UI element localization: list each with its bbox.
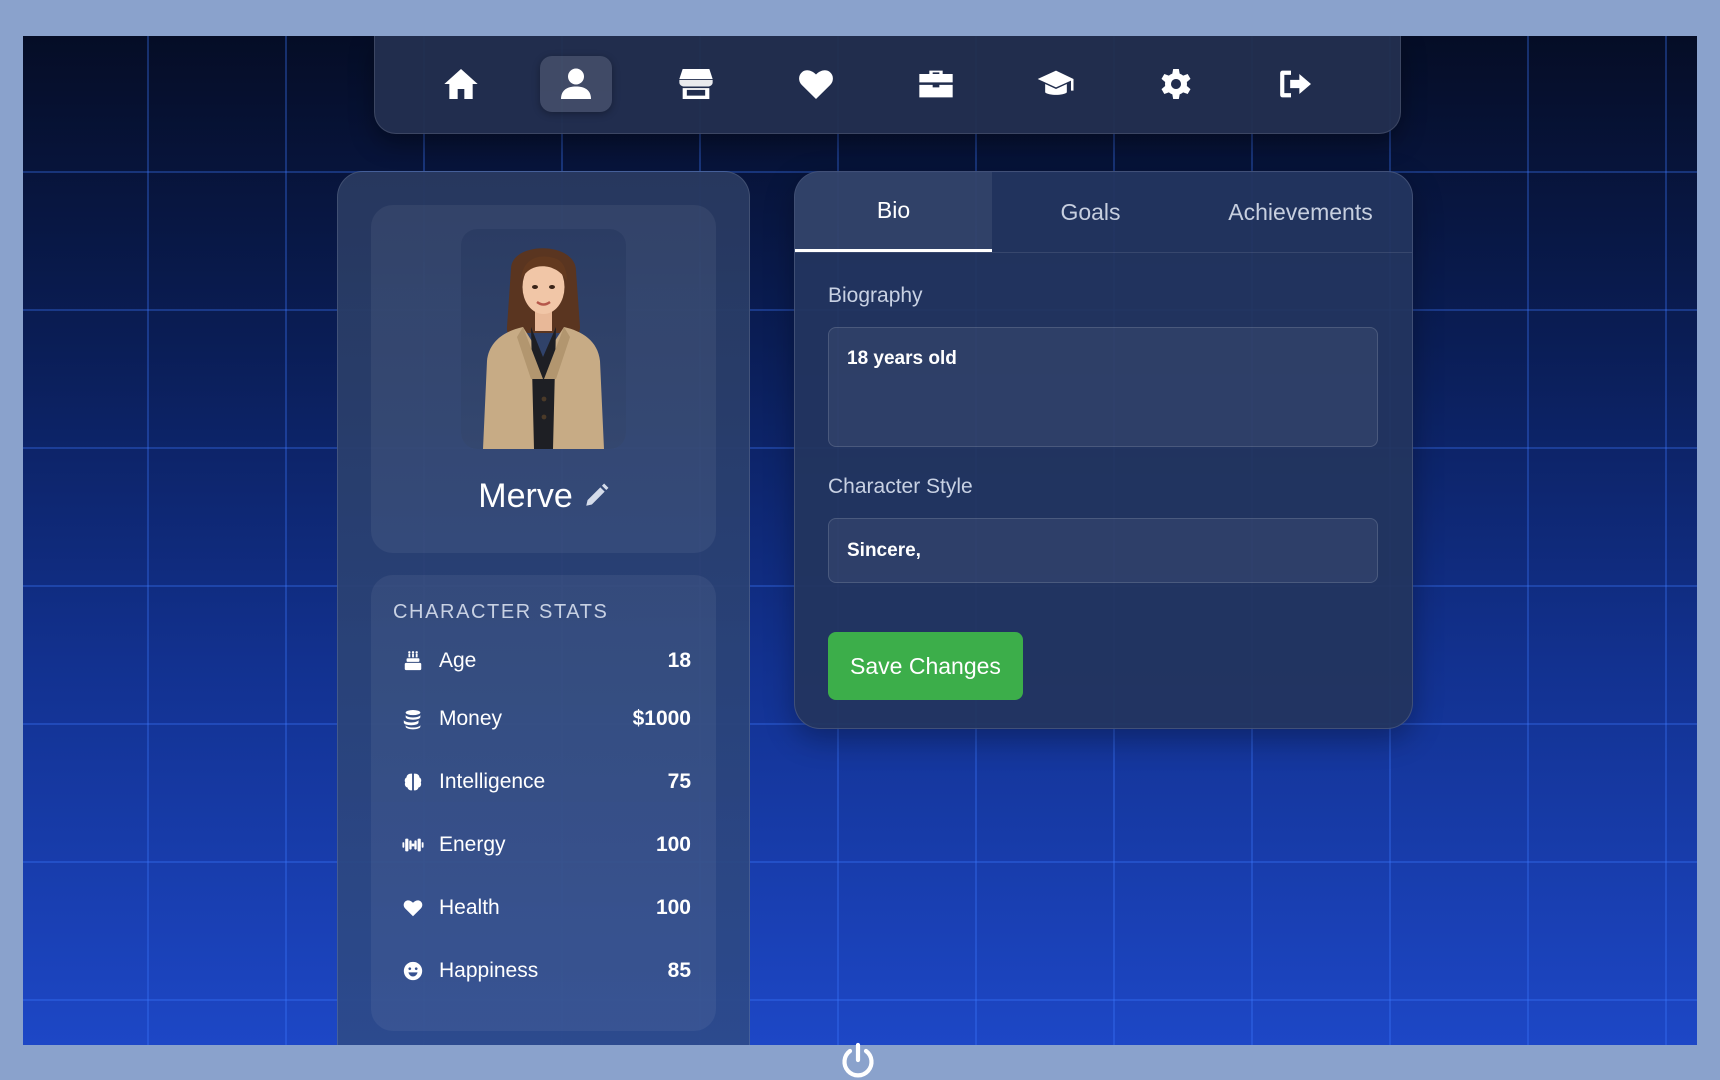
character-style-field[interactable] — [828, 518, 1378, 583]
graduation-cap-icon — [1037, 70, 1074, 95]
stat-row-intelligence: Intelligence 75 — [401, 762, 691, 802]
brain-icon — [401, 770, 425, 794]
dumbbell-icon — [401, 833, 425, 857]
store-icon — [679, 69, 713, 99]
stat-row-age: Age 18 — [401, 641, 691, 681]
stat-row-energy: Energy 100 — [401, 825, 691, 865]
nav-home-button[interactable] — [425, 56, 497, 112]
stat-value: 100 — [655, 896, 691, 919]
stat-value: 85 — [667, 959, 691, 982]
top-navigation-bar — [374, 36, 1401, 134]
character-portrait — [461, 229, 626, 449]
stat-value: $1000 — [632, 707, 691, 730]
stat-label: Intelligence — [439, 770, 546, 793]
nav-jobs-button[interactable] — [900, 56, 972, 112]
stats-title: CHARACTER STATS — [393, 601, 609, 623]
tab-goals[interactable]: Goals — [992, 172, 1189, 252]
home-icon — [444, 69, 478, 99]
pencil-icon — [585, 483, 609, 506]
stat-label: Age — [439, 649, 477, 672]
nav-profile-button[interactable] — [540, 56, 612, 112]
stat-value: 18 — [667, 649, 691, 672]
nav-relationships-button[interactable] — [780, 56, 852, 112]
birthday-cake-icon — [401, 649, 425, 673]
game-screen: Merve CHARACTER STATS Age 18 Money $1000… — [23, 36, 1697, 1045]
bio-panel: Bio Goals Achievements Biography 18 year… — [794, 171, 1413, 729]
heart-icon — [799, 70, 833, 99]
biography-label: Biography — [828, 284, 923, 307]
nav-education-button[interactable] — [1020, 56, 1092, 112]
stat-row-health: Health 100 — [401, 888, 691, 928]
coins-icon — [401, 707, 425, 731]
stat-label: Health — [439, 896, 500, 919]
biography-field[interactable]: 18 years old — [828, 327, 1378, 447]
character-name-row: Merve — [371, 473, 716, 519]
save-changes-button[interactable]: Save Changes — [828, 632, 1023, 700]
character-style-label: Character Style — [828, 475, 973, 498]
smile-icon — [401, 959, 425, 983]
character-name: Merve — [478, 476, 573, 515]
avatar — [461, 229, 626, 449]
stat-value: 100 — [655, 833, 691, 856]
stat-row-happiness: Happiness 85 — [401, 951, 691, 991]
user-icon — [561, 68, 591, 99]
tab-achievements[interactable]: Achievements — [1189, 172, 1412, 252]
stat-row-money: Money $1000 — [401, 699, 691, 739]
tab-bio[interactable]: Bio — [795, 172, 992, 252]
heart-icon — [401, 896, 425, 920]
briefcase-icon — [919, 70, 953, 98]
sign-out-icon — [1280, 70, 1311, 98]
power-icon — [842, 1042, 874, 1078]
stat-value: 75 — [667, 770, 691, 793]
power-button[interactable] — [838, 1042, 878, 1080]
character-stats-card: CHARACTER STATS Age 18 Money $1000 Intel… — [371, 575, 716, 1031]
gear-icon — [1161, 69, 1191, 99]
nav-settings-button[interactable] — [1140, 56, 1212, 112]
tab-bar: Bio Goals Achievements — [795, 172, 1412, 253]
stat-label: Energy — [439, 833, 506, 856]
profile-card: Merve — [371, 205, 716, 553]
nav-shop-button[interactable] — [660, 56, 732, 112]
nav-logout-button[interactable] — [1260, 56, 1332, 112]
character-panel: Merve CHARACTER STATS Age 18 Money $1000… — [337, 171, 750, 1045]
stat-label: Happiness — [439, 959, 539, 982]
stat-label: Money — [439, 707, 503, 730]
edit-name-button[interactable] — [583, 483, 609, 509]
